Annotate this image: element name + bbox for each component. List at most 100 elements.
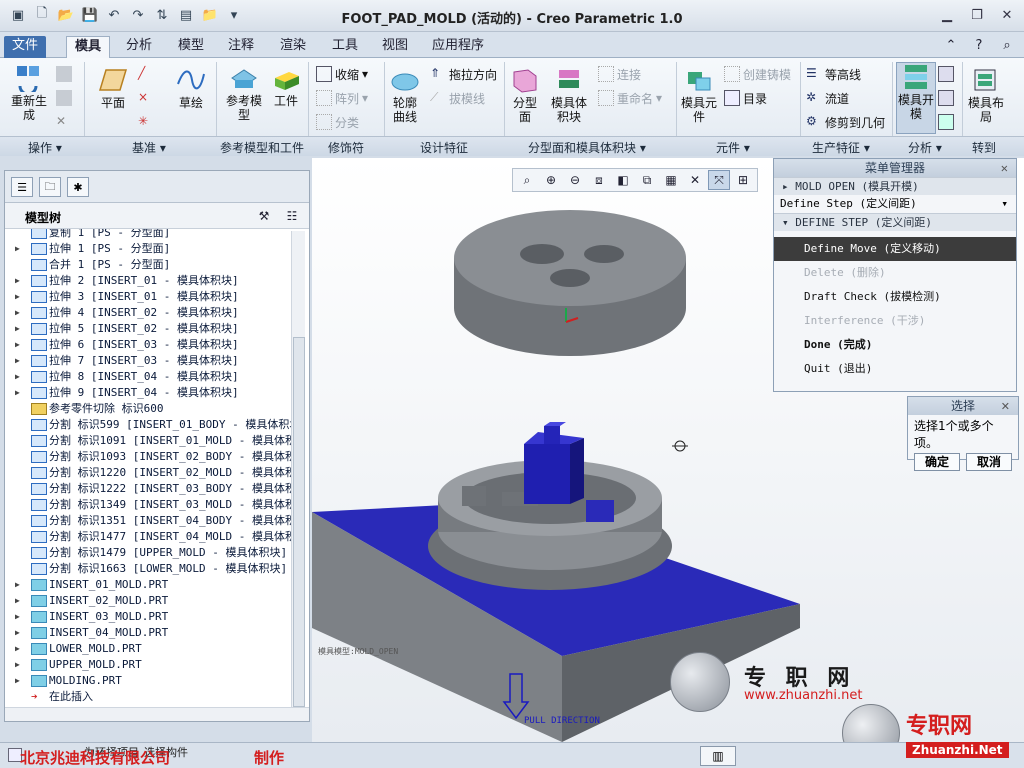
collapse-ribbon-icon[interactable]: ⌃	[942, 36, 960, 54]
tree-item[interactable]: 分割 标识1091 [INSERT_01_MOLD - 模具体积	[5, 433, 291, 449]
tree-item[interactable]: ▶ INSERT_01_MOLD.PRT	[5, 577, 291, 593]
datum-display-icon[interactable]: ✕	[684, 170, 706, 190]
model-tree-tab-icon[interactable]: ☰	[11, 177, 33, 197]
menu-header-define-step[interactable]: ▾ DEFINE STEP (定义间距)	[774, 213, 1016, 231]
contour-line-button[interactable]: ☰ 等高线	[806, 64, 861, 84]
shrink-button[interactable]: 收缩 ▾	[316, 64, 368, 84]
paste-icon[interactable]	[56, 88, 72, 108]
tree-columns-icon[interactable]: ☷	[281, 206, 303, 226]
tree-item[interactable]: 分割 标识1479 [UPPER_MOLD - 模具体积块]	[5, 545, 291, 561]
tree-horizontal-scrollbar[interactable]	[5, 707, 309, 721]
tree-item[interactable]: 分割 标识1220 [INSERT_02_MOLD - 模具体积	[5, 465, 291, 481]
ok-button[interactable]: 确定	[914, 453, 960, 471]
expand-arrow-icon[interactable]: ▶	[15, 241, 25, 257]
scroll-thumb[interactable]	[293, 337, 305, 707]
plane-button[interactable]: 平面	[96, 66, 130, 110]
zoom-in-icon[interactable]: ⊕	[540, 170, 562, 190]
tree-item[interactable]: 参考零件切除 标识600	[5, 401, 291, 417]
sketch-button[interactable]: 草绘	[174, 66, 208, 110]
saved-views-icon[interactable]: ⧉	[636, 170, 658, 190]
trim-geometry-button[interactable]: ⚙ 修剪到几何	[806, 112, 885, 132]
tree-item[interactable]: 分割 标识1093 [INSERT_02_BODY - 模具体积	[5, 449, 291, 465]
define-step-selector[interactable]: Define Step (定义间距) ▾	[774, 195, 1016, 213]
expand-arrow-icon[interactable]: ▶	[15, 641, 25, 657]
close-icon[interactable]: ✕	[996, 6, 1018, 24]
tab-view[interactable]: 视图	[374, 36, 416, 58]
tab-applications[interactable]: 应用程序	[424, 36, 492, 58]
draft-direction-button[interactable]: ⇑ 拖拉方向	[430, 64, 497, 84]
tree-item[interactable]: ▶ 拉伸 5 [INSERT_02 - 模具体积块]	[5, 321, 291, 337]
tree-vertical-scrollbar[interactable]	[291, 231, 305, 707]
help-icon[interactable]: ?	[970, 36, 988, 54]
tree-item[interactable]: ▶ INSERT_04_MOLD.PRT	[5, 625, 291, 641]
group-analysis[interactable]: 分析 ▾	[908, 139, 942, 156]
display-style-icon[interactable]: ◧	[612, 170, 634, 190]
analysis-tool-2[interactable]	[938, 88, 954, 108]
profile-curve-button[interactable]: 轮廓曲线	[388, 66, 422, 124]
expand-arrow-icon[interactable]: ▶	[15, 369, 25, 385]
expand-arrow-icon[interactable]: ▶	[15, 657, 25, 673]
refit-icon[interactable]: ⌕	[516, 170, 538, 190]
tree-item[interactable]: ▶ 拉伸 7 [INSERT_03 - 模具体积块]	[5, 353, 291, 369]
menu-item[interactable]: Draft Check (拔模检测)	[774, 285, 1016, 309]
reference-model-button[interactable]: 参考模型	[222, 64, 266, 122]
tree-item[interactable]: ▶ 拉伸 4 [INSERT_02 - 模具体积块]	[5, 305, 291, 321]
expand-arrow-icon[interactable]: ▶	[15, 305, 25, 321]
point-icon[interactable]: ×	[138, 88, 154, 108]
tree-item[interactable]: ▶ 拉伸 6 [INSERT_03 - 模具体积块]	[5, 337, 291, 353]
flow-button[interactable]: ✲ 流道	[806, 88, 849, 108]
tree-item[interactable]: ▶ 拉伸 3 [INSERT_01 - 模具体积块]	[5, 289, 291, 305]
annotation-display-icon[interactable]: ⊞	[732, 170, 754, 190]
tab-tools[interactable]: 工具	[324, 36, 366, 58]
tree-item[interactable]: ▶ LOWER_MOLD.PRT	[5, 641, 291, 657]
tree-item[interactable]: 分割 标识1477 [INSERT_04_MOLD - 模具体积	[5, 529, 291, 545]
expand-arrow-icon[interactable]: ▶	[15, 625, 25, 641]
tree-item[interactable]: ▶ MOLDING.PRT	[5, 673, 291, 689]
tree-item[interactable]: 分割 标识1351 [INSERT_04_BODY - 模具体积	[5, 513, 291, 529]
expand-arrow-icon[interactable]: ▶	[15, 385, 25, 401]
select-dialog-close-icon[interactable]: ✕	[1001, 398, 1010, 416]
tree-item[interactable]: ▶ 拉伸 8 [INSERT_04 - 模具体积块]	[5, 369, 291, 385]
restore-icon[interactable]: ❐	[966, 6, 988, 24]
expand-arrow-icon[interactable]: ▶	[15, 609, 25, 625]
analysis-tool-1[interactable]	[938, 64, 954, 84]
expand-arrow-icon[interactable]: ▶	[15, 273, 25, 289]
analysis-tool-3[interactable]	[938, 112, 954, 132]
tree-item[interactable]: ➔ 在此插入	[5, 689, 291, 705]
expand-arrow-icon[interactable]: ▶	[15, 289, 25, 305]
tree-item[interactable]: 分割 标识599 [INSERT_01_BODY - 模具体积块	[5, 417, 291, 433]
tab-model[interactable]: 模型	[170, 36, 212, 58]
group-components[interactable]: 元件 ▾	[716, 139, 750, 156]
mold-component-button[interactable]: 模具元件	[678, 66, 720, 124]
delete-icon[interactable]: ✕	[56, 112, 72, 132]
tab-analysis[interactable]: 分析	[118, 36, 160, 58]
tab-annotate[interactable]: 注释	[220, 36, 262, 58]
repaint-icon[interactable]: ⧈	[588, 170, 610, 190]
tree-item[interactable]: ▶ INSERT_03_MOLD.PRT	[5, 609, 291, 625]
group-parting[interactable]: 分型面和模具体积块 ▾	[528, 139, 646, 156]
menu-item[interactable]: Define Move (定义移动)	[774, 237, 1016, 261]
favorites-tab-icon[interactable]: ✱	[67, 177, 89, 197]
filter-icon[interactable]: ▥	[700, 746, 736, 766]
tree-item[interactable]: ▶ 拉伸 9 [INSERT_04 - 模具体积块]	[5, 385, 291, 401]
minimize-icon[interactable]: ▁	[936, 6, 958, 24]
tree-settings-icon[interactable]: ⚒	[253, 206, 275, 226]
menu-manager-close-icon[interactable]: ✕	[1001, 161, 1008, 175]
expand-arrow-icon[interactable]: ▶	[15, 353, 25, 369]
tab-render[interactable]: 渲染	[272, 36, 314, 58]
search-icon[interactable]: ⌕	[998, 36, 1016, 54]
tree-item[interactable]: 复制 1 [PS - 分型面]	[5, 229, 291, 241]
expand-arrow-icon[interactable]: ▶	[15, 593, 25, 609]
folder-browser-tab-icon[interactable]: 🗀	[39, 177, 61, 197]
tree-item[interactable]: 合并 1 [PS - 分型面]	[5, 257, 291, 273]
copy-icon[interactable]	[56, 64, 72, 84]
tree-item[interactable]: ▶ UPPER_MOLD.PRT	[5, 657, 291, 673]
expand-arrow-icon[interactable]: ▶	[15, 321, 25, 337]
group-operations[interactable]: 操作 ▾	[28, 139, 62, 156]
spin-center-icon[interactable]: ⤧	[708, 170, 730, 190]
group-datum[interactable]: 基准 ▾	[132, 139, 166, 156]
view-manager-icon[interactable]: ▦	[660, 170, 682, 190]
group-production[interactable]: 生产特征 ▾	[812, 139, 870, 156]
tree-item[interactable]: ▶ INSERT_02_MOLD.PRT	[5, 593, 291, 609]
menu-item[interactable]: Quit (退出)	[774, 357, 1016, 381]
